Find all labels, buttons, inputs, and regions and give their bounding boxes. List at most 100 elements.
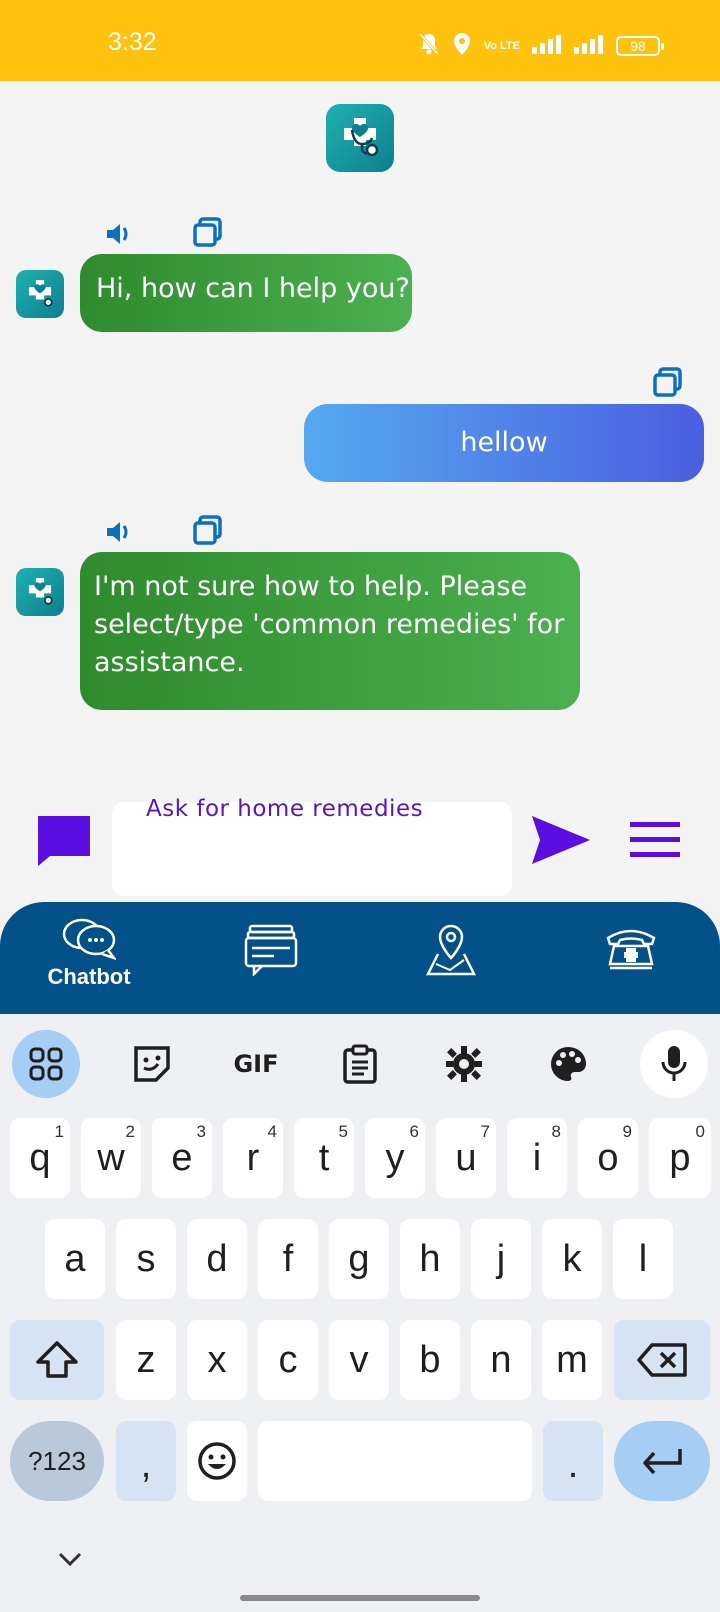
key-g[interactable]: g (329, 1219, 389, 1299)
bot-message-line: I'm not sure how to help. Please (94, 571, 528, 602)
key-l[interactable]: l (613, 1219, 673, 1299)
bottom-navigation: Chatbot (0, 902, 720, 1014)
key-o[interactable]: o9 (578, 1118, 638, 1198)
key-b[interactable]: b (400, 1320, 460, 1400)
gif-label: GIF (233, 1050, 279, 1078)
clipboard-button[interactable] (326, 1030, 394, 1098)
chevron-down-icon (58, 1552, 82, 1567)
battery-indicator: 98 (616, 36, 664, 56)
key-s[interactable]: s (116, 1219, 176, 1299)
key-y[interactable]: y6 (365, 1118, 425, 1198)
key-z[interactable]: z (116, 1320, 176, 1400)
message-input[interactable]: Ask for home remedies (112, 796, 512, 896)
key-a[interactable]: a (45, 1219, 105, 1299)
key-h[interactable]: h (400, 1219, 460, 1299)
message-input-placeholder: Ask for home remedies (146, 796, 424, 822)
apps-grid-button[interactable] (12, 1030, 80, 1098)
shift-key[interactable] (10, 1320, 104, 1400)
emergency-phone-icon (606, 929, 656, 970)
soft-keyboard: GIF q1 w2 e3 r4 t5 y6 u7 i8 o9 p0 a s d … (0, 1014, 720, 1612)
user-message-text: hellow (460, 427, 548, 458)
speaker-button[interactable] (100, 514, 136, 550)
copy-icon (653, 367, 682, 397)
enter-icon (643, 1449, 682, 1475)
speaker-icon (107, 522, 128, 542)
menu-button[interactable] (628, 818, 682, 862)
bot-message-line: assistance. (94, 647, 245, 678)
key-q[interactable]: q1 (10, 1118, 70, 1198)
key-w[interactable]: w2 (81, 1118, 141, 1198)
enter-key[interactable] (614, 1421, 710, 1501)
stethoscope-heart-icon (28, 578, 53, 605)
copy-button[interactable] (190, 512, 226, 548)
clipboard-icon (343, 1044, 377, 1084)
emoji-icon (198, 1442, 236, 1480)
hamburger-icon (630, 822, 680, 857)
key-p[interactable]: p0 (649, 1118, 711, 1198)
speaker-button[interactable] (100, 216, 136, 252)
sticker-button[interactable] (118, 1030, 186, 1098)
space-key[interactable] (258, 1421, 532, 1501)
stethoscope-heart-icon (28, 280, 53, 307)
speaker-icon (107, 224, 128, 244)
apps-grid-icon (29, 1047, 63, 1081)
nav-item-emergency[interactable] (576, 924, 686, 1014)
key-j[interactable]: j (471, 1219, 531, 1299)
symbols-key[interactable]: ?123 (10, 1421, 104, 1501)
location-icon (452, 32, 472, 60)
signal-icon-2 (574, 34, 604, 58)
bot-message-line: select/type 'common remedies' for (94, 609, 565, 640)
status-icons: Vo LTE 98 (418, 32, 664, 60)
nav-label-chatbot: Chatbot (47, 964, 131, 989)
map-pin-icon (425, 924, 477, 976)
emoji-key[interactable] (187, 1421, 247, 1501)
copy-button[interactable] (650, 364, 686, 400)
send-button[interactable] (530, 814, 592, 866)
copy-icon (193, 515, 222, 545)
theme-button[interactable] (534, 1030, 602, 1098)
key-v[interactable]: v (329, 1320, 389, 1400)
status-time: 3:32 (108, 28, 157, 56)
volte-icon: Vo LTE (483, 40, 520, 52)
key-f[interactable]: f (258, 1219, 318, 1299)
nav-item-chatbot[interactable]: Chatbot (34, 916, 144, 1006)
stethoscope-heart-icon (344, 118, 379, 157)
key-c[interactable]: c (258, 1320, 318, 1400)
chat-bubbles-icon (62, 918, 116, 960)
key-r[interactable]: r4 (223, 1118, 283, 1198)
hide-keyboard-button[interactable] (56, 1550, 84, 1572)
settings-icon (446, 1046, 482, 1082)
keyboard-settings-button[interactable] (430, 1030, 498, 1098)
bot-message-bubble: I'm not sure how to help. Please select/… (80, 552, 580, 710)
gif-button[interactable]: GIF (222, 1030, 290, 1098)
key-e[interactable]: e3 (152, 1118, 212, 1198)
nav-item-map[interactable] (396, 924, 506, 1014)
chat-mode-button[interactable] (36, 812, 92, 866)
app-logo (326, 104, 394, 172)
key-n[interactable]: n (471, 1320, 531, 1400)
status-bar: 3:32 Vo LTE 98 (0, 0, 720, 81)
bot-message-text: Hi, how can I help you? (96, 273, 410, 304)
mic-icon (661, 1046, 687, 1081)
key-k[interactable]: k (542, 1219, 602, 1299)
bot-message-bubble: Hi, how can I help you? (80, 254, 412, 332)
comma-key[interactable]: , (116, 1421, 176, 1501)
key-i[interactable]: i8 (507, 1118, 567, 1198)
shift-icon (36, 1341, 78, 1378)
key-t[interactable]: t5 (294, 1118, 354, 1198)
nav-item-news[interactable] (216, 924, 326, 1014)
key-x[interactable]: x (187, 1320, 247, 1400)
bot-avatar (16, 568, 64, 616)
home-indicator[interactable] (240, 1595, 480, 1601)
chat-square-icon (38, 816, 90, 866)
bell-off-icon (418, 32, 440, 60)
send-icon (532, 816, 590, 864)
period-key[interactable]: . (543, 1421, 603, 1501)
copy-button[interactable] (190, 214, 226, 250)
key-u[interactable]: u7 (436, 1118, 496, 1198)
key-d[interactable]: d (187, 1219, 247, 1299)
key-m[interactable]: m (542, 1320, 602, 1400)
signal-icon (532, 34, 562, 58)
backspace-key[interactable] (614, 1320, 710, 1400)
voice-input-button[interactable] (640, 1030, 708, 1098)
